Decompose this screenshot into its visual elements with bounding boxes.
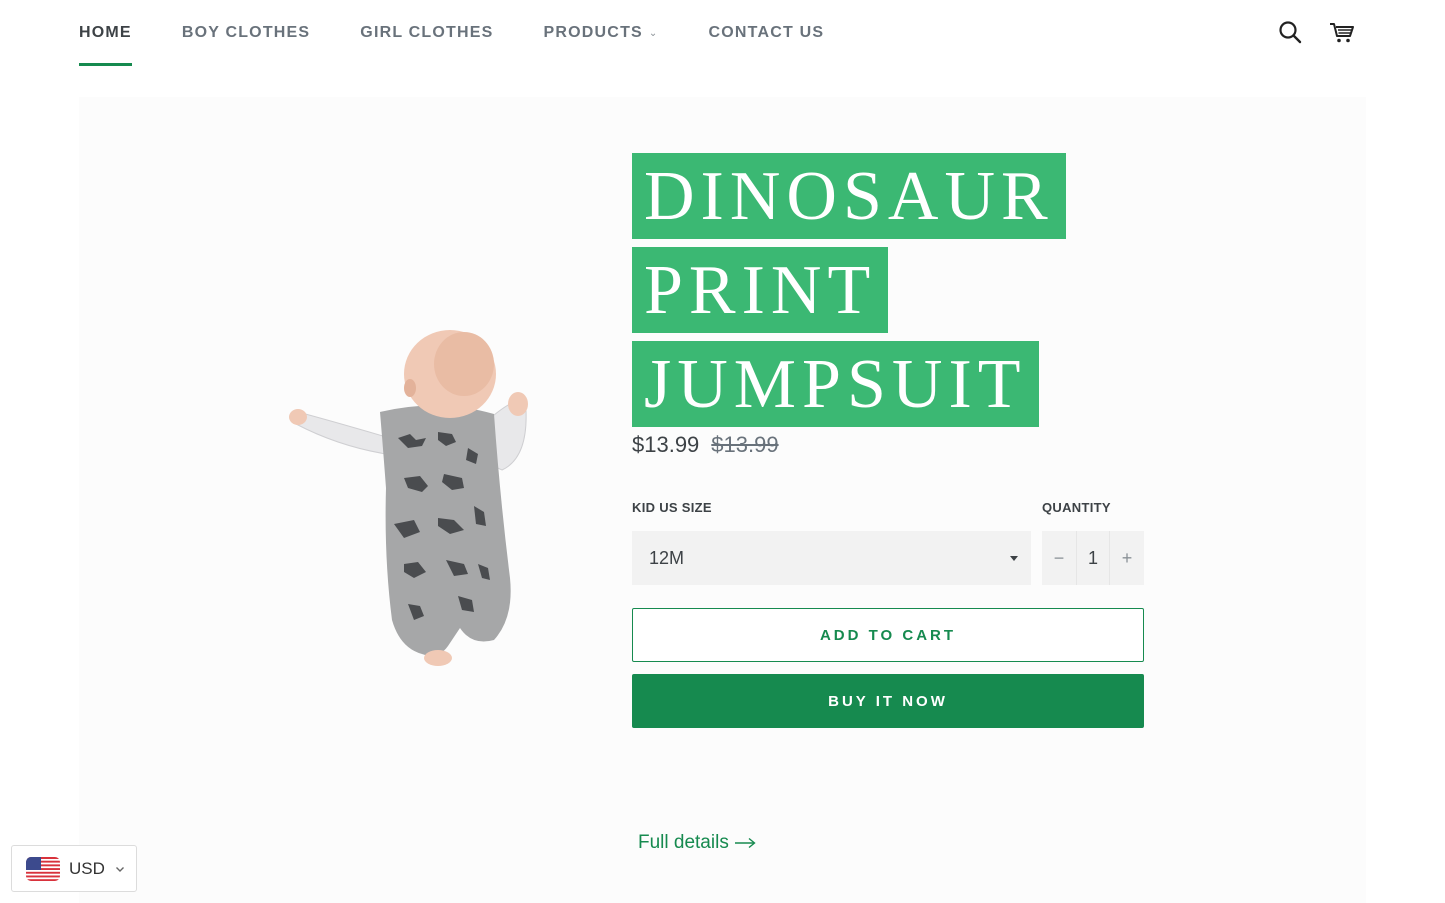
full-details-label: Full details [638,832,729,853]
currency-selector[interactable]: USD [11,845,137,892]
currency-code: USD [69,858,105,878]
quantity-decrease-button[interactable]: − [1042,531,1076,585]
size-label: KID US SIZE [632,500,712,515]
nav-item-boy-clothes[interactable]: BOY CLOTHES [182,0,310,66]
us-flag-icon [26,856,60,881]
chevron-down-icon: ⌄ [648,27,659,39]
nav-item-contact-us[interactable]: CONTACT US [709,0,825,66]
nav-item-label: BOY CLOTHES [181,24,311,41]
chevron-down-icon [115,866,124,872]
quantity-input[interactable]: 1 [1076,531,1110,585]
quantity-label: QUANTITY [1042,500,1111,515]
nav-item-home[interactable]: HOME [79,0,132,66]
add-to-cart-button[interactable]: ADD TO CART [632,608,1144,662]
search-icon[interactable] [1276,18,1304,46]
quantity-stepper: − 1 + [1042,531,1144,585]
full-details-link[interactable]: Full details [638,832,756,854]
nav-item-label: PRODUCTS [543,24,643,41]
nav-item-label: HOME [79,24,132,41]
product-title-line: JUMPSUIT [632,341,1039,427]
product-title-line: DINOSAUR [632,153,1066,239]
caret-down-icon [1010,556,1018,561]
product-title-line: PRINT [632,247,889,333]
arrow-right-icon [735,837,756,849]
cart-icon[interactable] [1328,18,1356,46]
compare-price: $13.99 [711,432,779,457]
site-header: HOME BOY CLOTHES GIRL CLOTHES PRODUCTS ⌄… [0,0,1445,66]
nav-item-label: GIRL CLOTHES [360,24,494,41]
nav-item-products[interactable]: PRODUCTS ⌄ [544,0,659,66]
nav-item-girl-clothes[interactable]: GIRL CLOTHES [360,0,493,66]
size-select-value: 12M [649,547,685,568]
buy-it-now-button[interactable]: BUY IT NOW [632,674,1144,728]
product-image[interactable] [288,328,533,668]
nav-item-label: CONTACT US [708,24,825,41]
quantity-increase-button[interactable]: + [1110,531,1144,585]
size-select[interactable]: 12M [632,531,1031,585]
main-nav: HOME BOY CLOTHES GIRL CLOTHES PRODUCTS ⌄… [79,0,874,66]
price-block: $13.99 $13.99 [632,432,779,458]
sale-price: $13.99 [632,432,700,457]
product-title: DINOSAUR PRINT JUMPSUIT [632,151,1152,433]
